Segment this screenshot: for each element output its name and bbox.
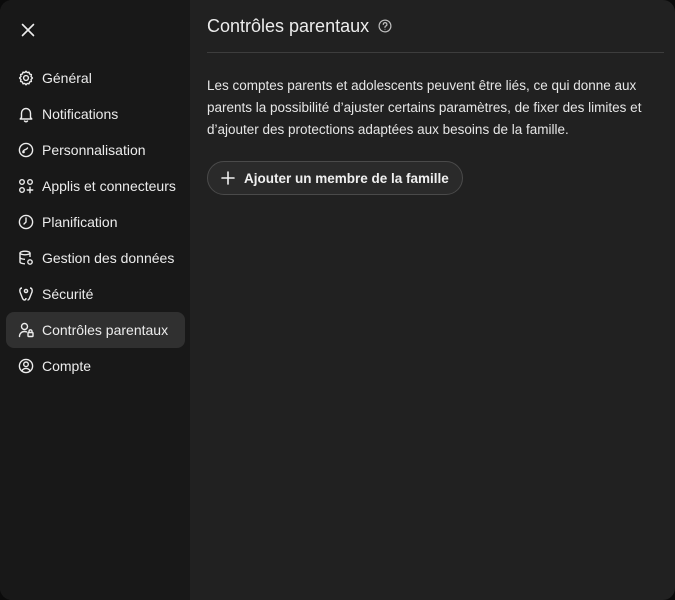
sidebar-item-notifications[interactable]: Notifications — [6, 96, 185, 132]
sidebar-item-label: Applis et connecteurs — [42, 178, 176, 194]
sidebar-item-label: Compte — [42, 358, 92, 374]
settings-dialog: Général Notifications Personnalisation A… — [0, 0, 675, 600]
sidebar-item-label: Personnalisation — [42, 142, 146, 158]
gear-icon — [17, 69, 35, 87]
personalization-icon — [17, 141, 35, 159]
apps-grid-icon — [17, 177, 35, 195]
add-family-member-label: Ajouter un membre de la famille — [244, 170, 449, 186]
sidebar-item-account[interactable]: Compte — [6, 348, 185, 384]
sidebar-item-planning[interactable]: Planification — [6, 204, 185, 240]
add-family-member-button[interactable]: Ajouter un membre de la famille — [207, 161, 463, 195]
close-button[interactable] — [14, 16, 42, 44]
content-header: Contrôles parentaux — [207, 0, 664, 53]
bell-icon — [17, 105, 35, 123]
sidebar-item-label: Notifications — [42, 106, 119, 122]
sidebar-item-label: Planification — [42, 214, 118, 230]
sidebar-item-general[interactable]: Général — [6, 60, 185, 96]
settings-sidebar: Général Notifications Personnalisation A… — [0, 0, 190, 600]
sidebar-item-apps-connectors[interactable]: Applis et connecteurs — [6, 168, 185, 204]
shield-icon — [17, 285, 35, 303]
sidebar-item-label: Sécurité — [42, 286, 94, 302]
page-title: Contrôles parentaux — [207, 15, 370, 36]
sidebar-item-label: Contrôles parentaux — [42, 322, 169, 338]
sidebar-item-personalization[interactable]: Personnalisation — [6, 132, 185, 168]
user-circle-icon — [17, 357, 35, 375]
parental-controls-description: Les comptes parents et adolescents peuve… — [207, 78, 642, 137]
database-icon — [17, 249, 35, 267]
sidebar-item-security[interactable]: Sécurité — [6, 276, 185, 312]
close-icon — [21, 23, 35, 37]
sidebar-item-parental-controls[interactable]: Contrôles parentaux — [6, 312, 185, 348]
plus-icon — [220, 170, 236, 186]
clock-icon — [17, 213, 35, 231]
sidebar-item-label: Gestion des données — [42, 250, 175, 266]
settings-nav: Général Notifications Personnalisation A… — [6, 60, 185, 384]
sidebar-item-label: Général — [42, 70, 92, 86]
help-circle-icon[interactable] — [378, 19, 392, 33]
settings-content: Contrôles parentaux Les comptes parents … — [207, 0, 664, 195]
sidebar-item-data-management[interactable]: Gestion des données — [6, 240, 185, 276]
parent-user-lock-icon — [17, 321, 35, 339]
